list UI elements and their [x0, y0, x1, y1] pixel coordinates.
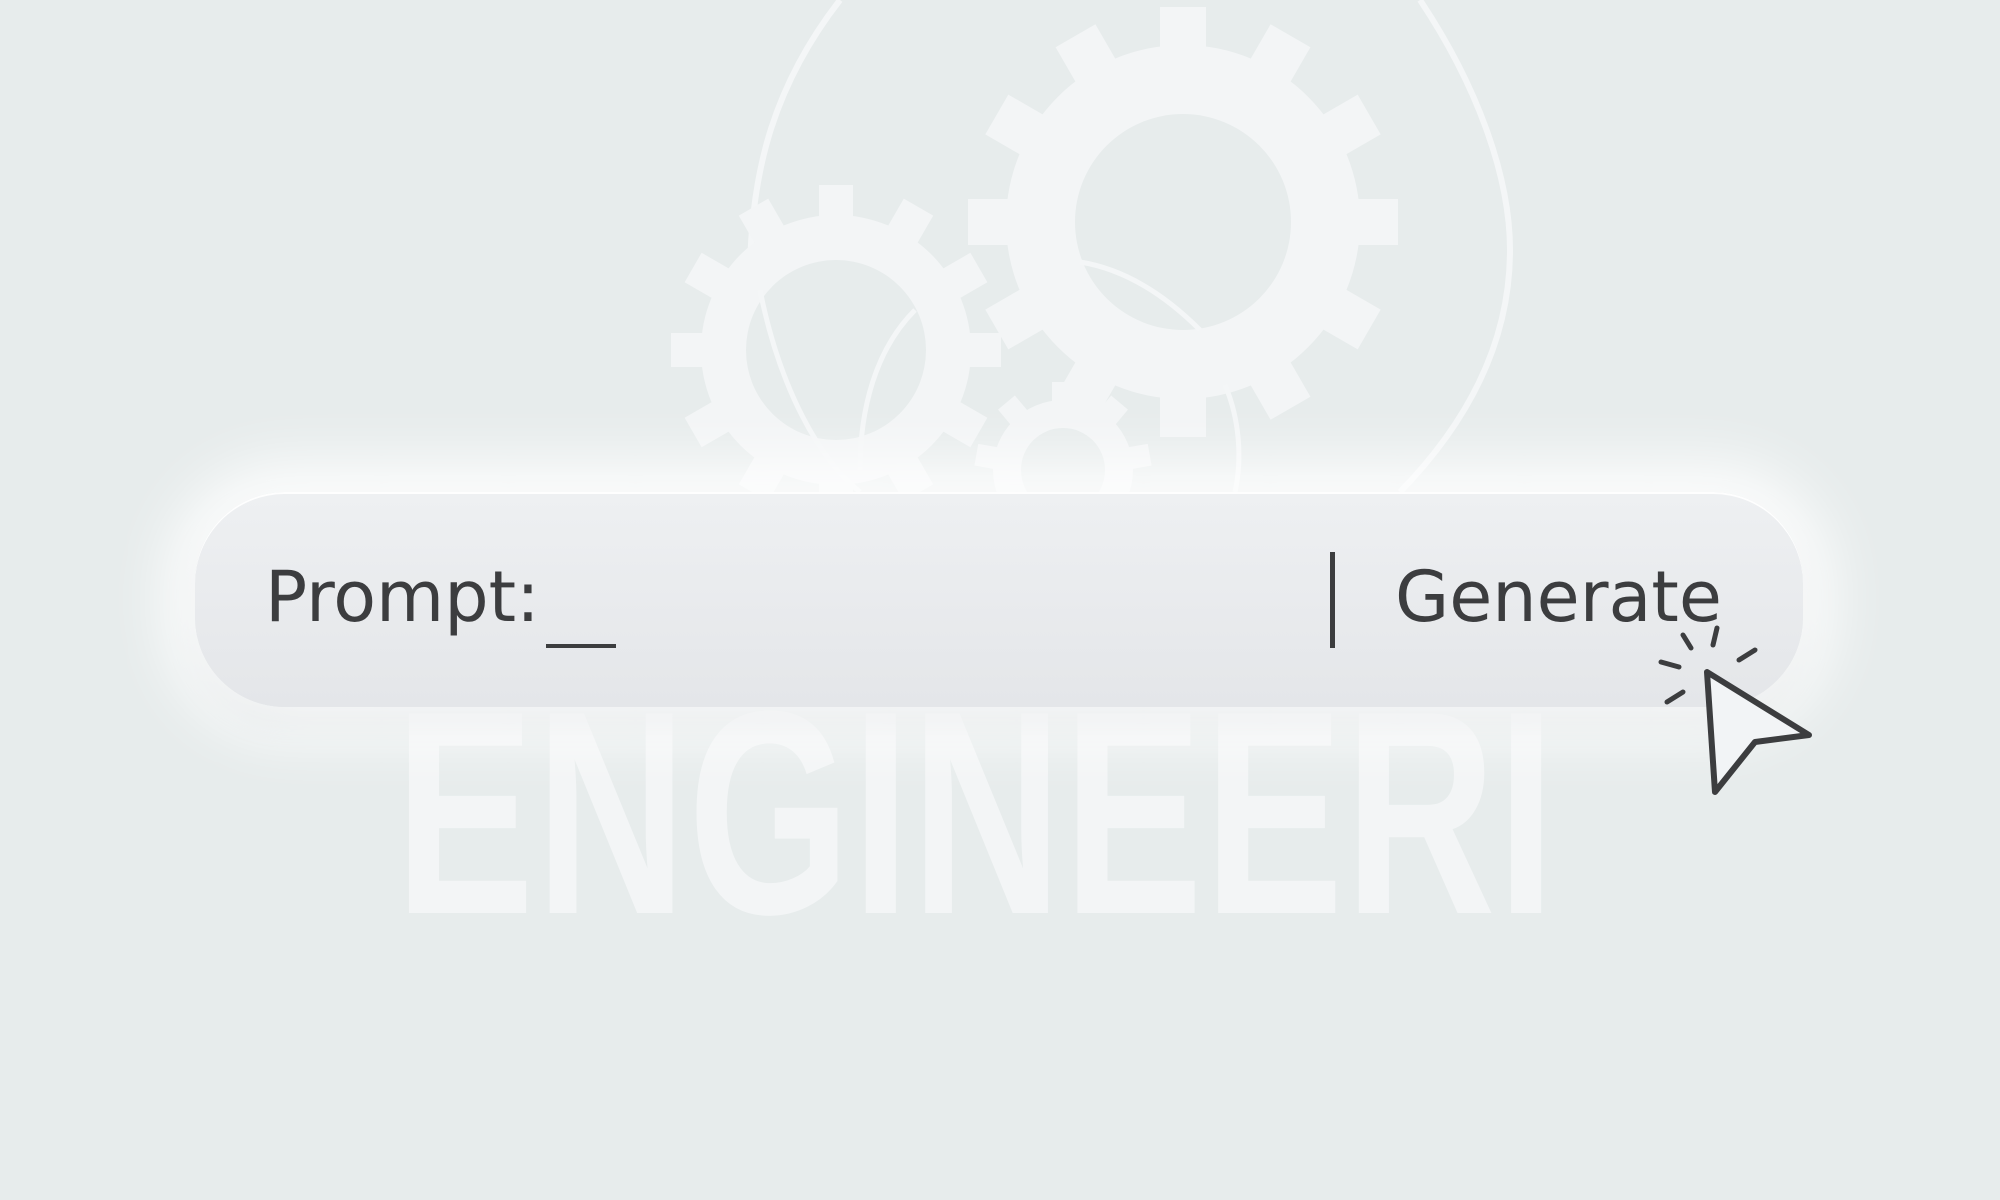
prompt-label: Prompt:	[265, 556, 540, 638]
prompt-input[interactable]	[546, 558, 616, 648]
arrow-cursor-icon	[1658, 625, 1812, 795]
divider	[1330, 552, 1335, 648]
large-gear-icon	[968, 7, 1398, 437]
prompt-bar: Prompt: Generate	[195, 492, 1803, 707]
engineering-watermark: ENGINEERING	[395, 668, 1551, 958]
